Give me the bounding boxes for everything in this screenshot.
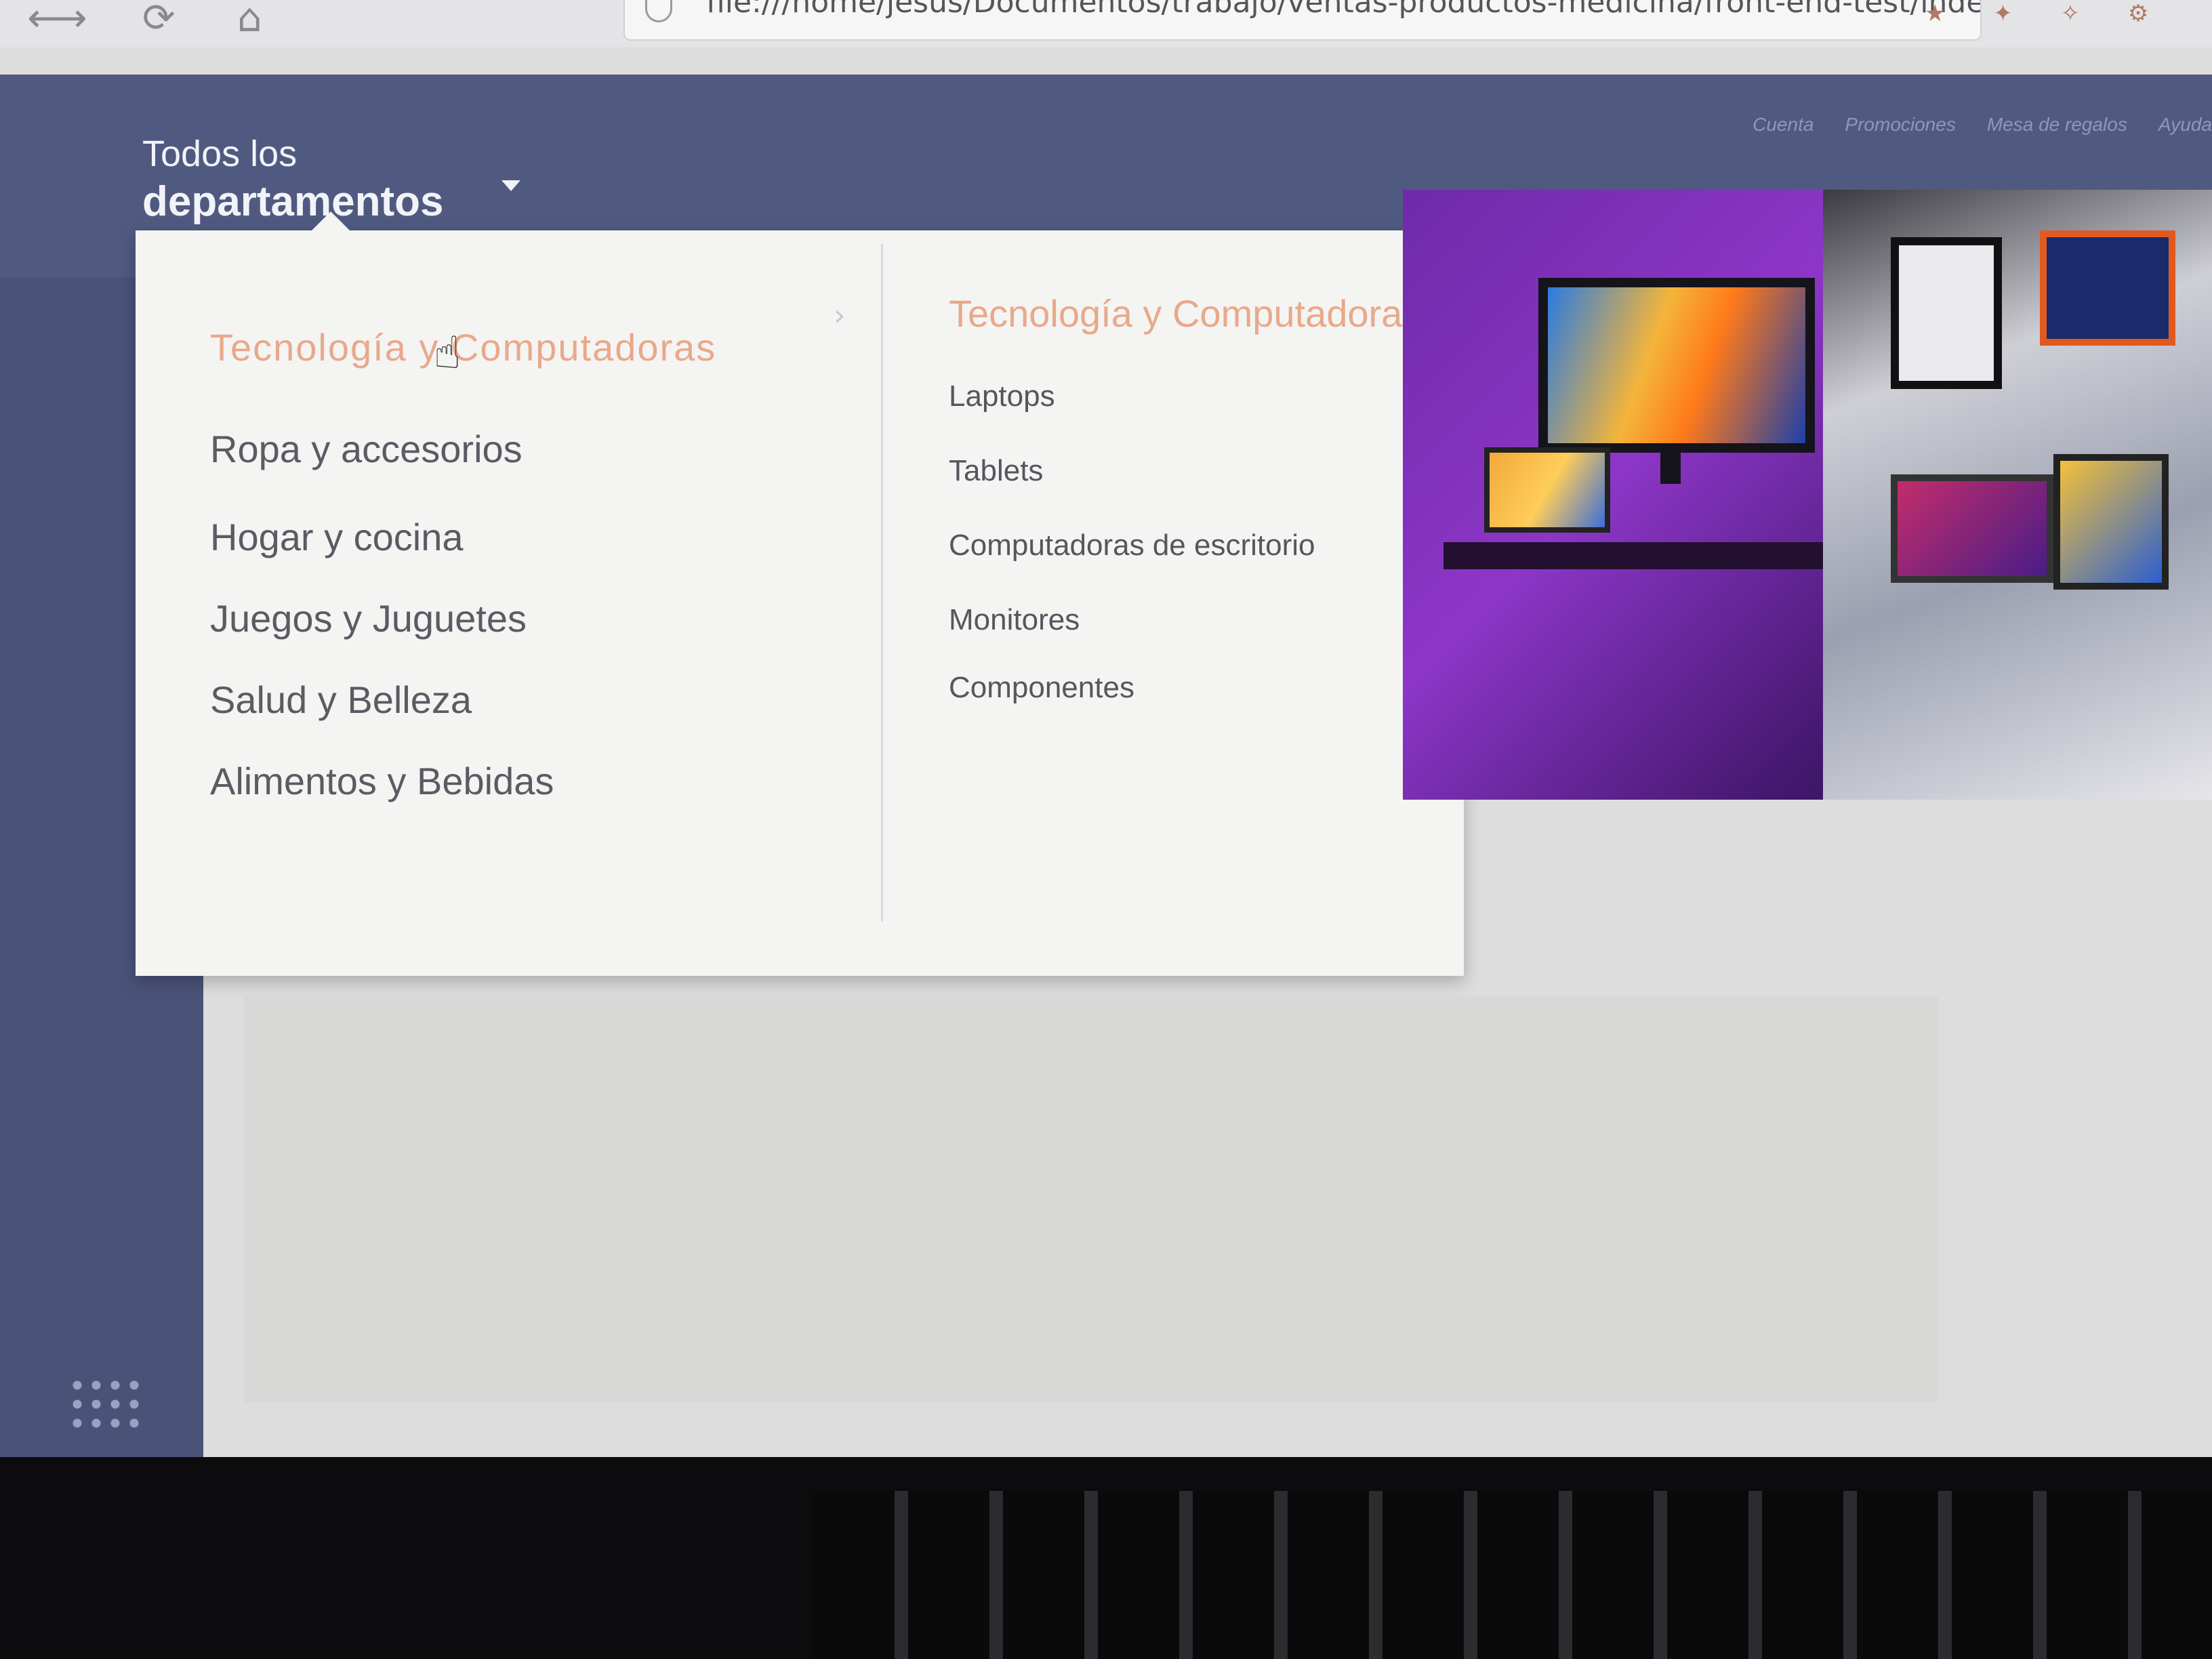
banner-monitor-stand bbox=[1660, 443, 1681, 484]
subcategory-item-desktops[interactable]: Computadoras de escritorio bbox=[949, 529, 1315, 562]
address-bar[interactable]: file:///home/jesus/Documentos/trabajo/ve… bbox=[623, 0, 1982, 41]
banner-desk bbox=[1443, 542, 1864, 569]
department-item-hogar[interactable]: Hogar y cocina bbox=[210, 515, 464, 559]
hand-cursor-icon: ☝ bbox=[434, 327, 462, 379]
column-divider bbox=[881, 244, 883, 922]
page-content-area bbox=[244, 996, 1938, 1403]
info-icon[interactable] bbox=[645, 0, 672, 22]
forward-icon[interactable]: → bbox=[54, 0, 87, 41]
subcategory-item-tablets[interactable]: Tablets bbox=[949, 454, 1043, 488]
header-links: Cuenta Promociones Mesa de regalos Ayuda bbox=[1753, 114, 2212, 136]
laptop-keyboard bbox=[813, 1491, 2212, 1659]
subcategory-item-monitores[interactable]: Monitores bbox=[949, 603, 1080, 637]
chevron-right-icon: › bbox=[834, 298, 846, 333]
department-list: Tecnología y Computadoras Ropa y accesor… bbox=[136, 230, 874, 976]
extension-icons[interactable]: ★ ✦ ✧ ⚙ bbox=[1925, 0, 2169, 27]
subcategory-title: Tecnología y Computadoras bbox=[949, 292, 1422, 335]
subcategory-panel: Tecnología y Computadoras Laptops Tablet… bbox=[915, 230, 1457, 976]
dropdown-pointer bbox=[312, 211, 350, 230]
department-item-salud[interactable]: Salud y Belleza bbox=[210, 678, 472, 722]
department-item-juegos[interactable]: Juegos y Juguetes bbox=[210, 596, 527, 640]
caret-down-icon bbox=[501, 180, 520, 191]
banner-laptop bbox=[1484, 447, 1610, 533]
department-item-tecnologia[interactable]: Tecnología y Computadoras bbox=[210, 325, 716, 369]
gift-registry-link[interactable]: Mesa de regalos bbox=[1987, 114, 2127, 136]
help-link[interactable]: Ayuda bbox=[2158, 114, 2212, 136]
banner-tablet bbox=[1891, 237, 2002, 389]
promotions-link[interactable]: Promociones bbox=[1845, 114, 1955, 136]
department-item-alimentos[interactable]: Alimentos y Bebidas bbox=[210, 759, 554, 803]
banner-macbook bbox=[1891, 474, 2053, 583]
url-text[interactable]: file:///home/jesus/Documentos/trabajo/ve… bbox=[706, 0, 1980, 20]
category-banner-image[interactable] bbox=[1403, 190, 2212, 800]
grid-dots-icon[interactable] bbox=[68, 1376, 142, 1430]
browser-toolbar: ← → ⟳ ⌂ file:///home/jesus/Documentos/tr… bbox=[0, 0, 2212, 47]
home-icon[interactable]: ⌂ bbox=[237, 0, 262, 41]
departments-dropdown: Tecnología y Computadoras Ropa y accesor… bbox=[136, 211, 1464, 976]
departments-label-line1: Todos los bbox=[142, 134, 298, 174]
banner-tablet-2 bbox=[2053, 454, 2169, 590]
reload-icon[interactable]: ⟳ bbox=[142, 0, 176, 41]
subcategory-item-laptops[interactable]: Laptops bbox=[949, 380, 1055, 413]
page-viewport: Todos los departamentos Cuenta Promocion… bbox=[0, 47, 2212, 1457]
subcategory-item-componentes[interactable]: Componentes bbox=[949, 671, 1134, 705]
banner-screen bbox=[2040, 230, 2175, 346]
department-item-ropa[interactable]: Ropa y accesorios bbox=[210, 427, 523, 471]
banner-monitor bbox=[1538, 278, 1815, 453]
account-link[interactable]: Cuenta bbox=[1753, 114, 1814, 136]
